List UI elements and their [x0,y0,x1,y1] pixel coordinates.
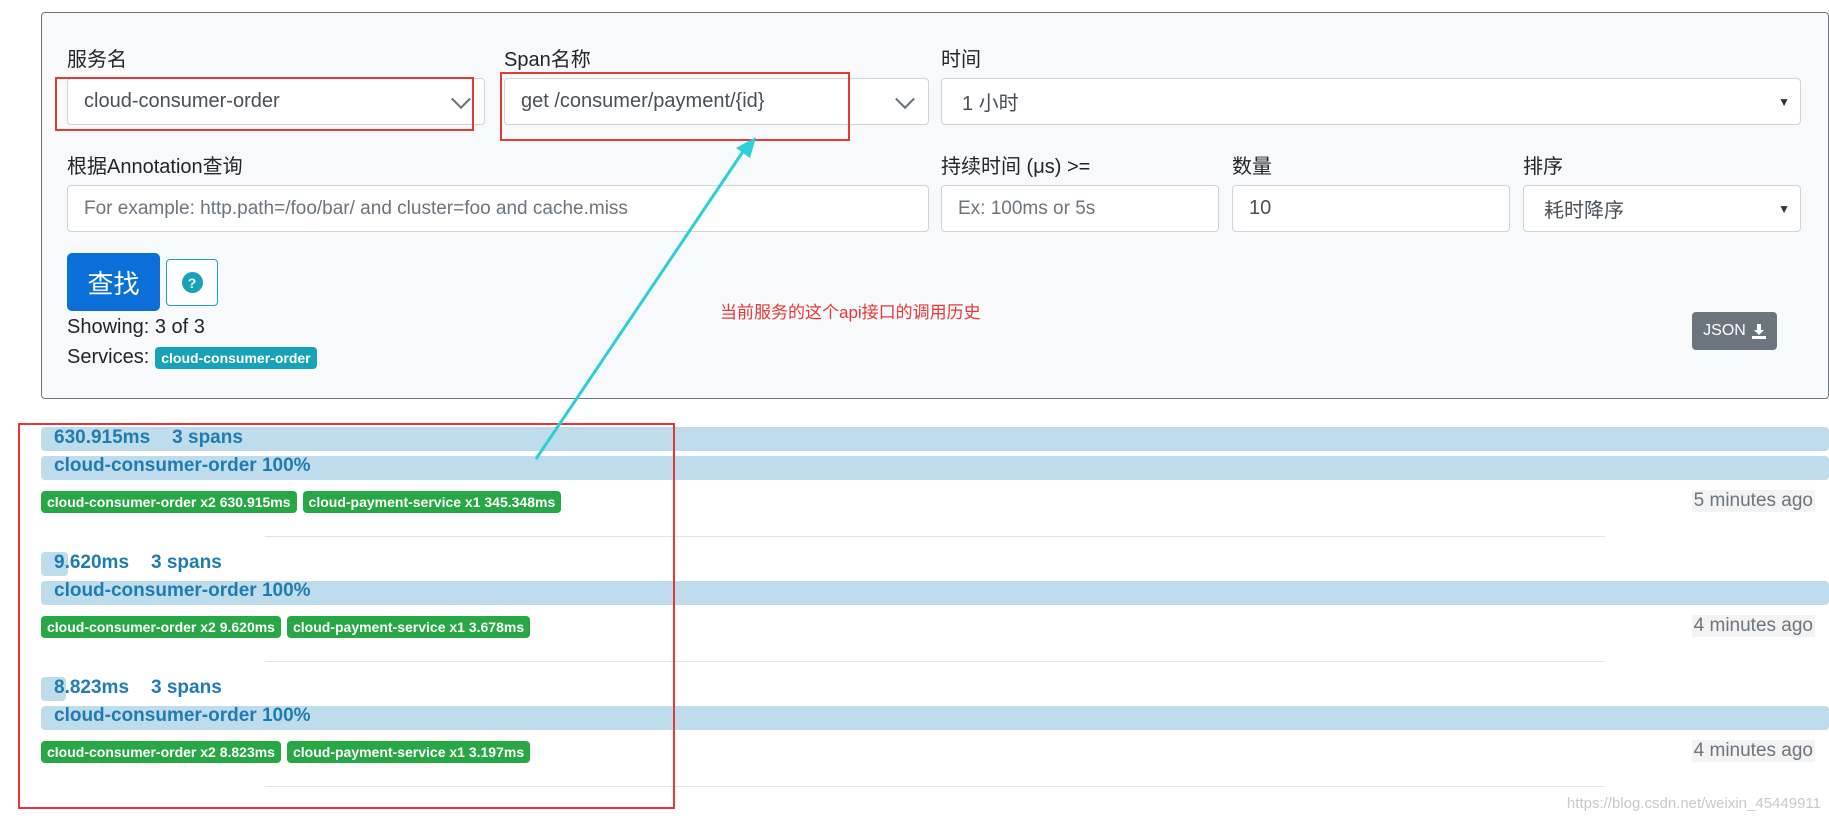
service-chips: cloud-consumer-order x2 9.620ms cloud-pa… [41,616,531,638]
trace-duration: 9.620ms [54,552,130,573]
trace-result-3[interactable]: 8.823ms 3 spans cloud-consumer-order 100%… [0,677,1829,802]
limit-label: 数量 [1232,156,1272,178]
json-button-label: JSON [1703,322,1746,339]
span-name-select[interactable]: get /consumer/payment/{id} [504,78,929,125]
span-name-value: get /consumer/payment/{id} [521,90,765,112]
annotation-query-input[interactable]: For example: http.path=/foo/bar/ and clu… [67,185,929,232]
services-label: Services: [67,346,150,368]
service-name-label: 服务名 [67,49,127,71]
caret-down-icon: ▼ [1778,201,1790,216]
json-download-button[interactable]: JSON [1692,312,1777,350]
sort-select[interactable]: 耗时降序 ▼ [1523,185,1801,232]
limit-value: 10 [1249,197,1272,219]
annotation-note: 当前服务的这个api接口的调用历史 [720,303,981,322]
trace-divider [265,661,1605,662]
trace-result-2[interactable]: 9.620ms 3 spans cloud-consumer-order 100%… [0,552,1829,677]
service-badge[interactable]: cloud-consumer-order [155,346,317,369]
trace-divider [265,786,1605,787]
trace-span-count: 3 spans [151,552,222,573]
trace-duration: 8.823ms [54,677,130,698]
trace-service-line: cloud-consumer-order 100% [54,455,311,476]
trace-header: 8.823ms 3 spans [54,677,244,699]
service-chip: cloud-consumer-order x2 630.915ms [41,491,297,513]
span-name-label: Span名称 [504,49,591,71]
service-chip: cloud-consumer-order x2 8.823ms [41,741,281,763]
chevron-down-icon [451,88,471,109]
watermark: https://blog.csdn.net/weixin_45449911 [1566,795,1821,812]
time-value: 1 小时 [962,93,1019,115]
time-select[interactable]: 1 小时 ▼ [941,78,1801,125]
services-row: Services: cloud-consumer-order [67,346,317,369]
trace-span-count: 3 spans [151,677,222,698]
service-name-select[interactable]: cloud-consumer-order [67,78,485,125]
service-chip: cloud-consumer-order x2 9.620ms [41,616,281,638]
search-panel: 服务名 cloud-consumer-order Span名称 get /con… [41,12,1829,399]
question-circle-icon: ? [181,272,203,293]
service-chip: cloud-payment-service x1 345.348ms [302,491,562,513]
trace-duration: 630.915ms [54,427,151,448]
showing-count: Showing: 3 of 3 [67,316,205,338]
trace-span-count: 3 spans [172,427,243,448]
service-chips: cloud-consumer-order x2 630.915ms cloud-… [41,491,562,513]
time-label: 时间 [941,49,981,71]
search-button[interactable]: 查找 [67,253,160,311]
help-button[interactable]: ? [166,259,218,306]
trace-service-line: cloud-consumer-order 100% [54,580,311,601]
chevron-down-icon [895,88,915,109]
annotation-query-label: 根据Annotation查询 [67,156,243,178]
min-duration-placeholder: Ex: 100ms or 5s [958,197,1096,219]
service-name-value: cloud-consumer-order [84,90,280,112]
service-chip: cloud-payment-service x1 3.678ms [286,616,531,638]
sort-value: 耗时降序 [1544,200,1624,222]
annotation-query-placeholder: For example: http.path=/foo/bar/ and clu… [84,197,628,219]
caret-down-icon: ▼ [1778,94,1790,109]
trace-service-line: cloud-consumer-order 100% [54,705,311,726]
sort-label: 排序 [1523,156,1563,178]
min-duration-label: 持续时间 (μs) >= [941,156,1091,178]
min-duration-input[interactable]: Ex: 100ms or 5s [941,185,1219,232]
trace-time-ago: 5 minutes ago [1691,490,1815,512]
trace-duration-bar [41,427,1829,451]
trace-time-ago: 4 minutes ago [1691,615,1815,637]
trace-header: 9.620ms 3 spans [54,552,244,574]
trace-header: 630.915ms 3 spans [54,427,265,449]
limit-input[interactable]: 10 [1232,185,1510,232]
service-chip: cloud-payment-service x1 3.197ms [286,741,531,763]
trace-time-ago: 4 minutes ago [1691,740,1815,762]
trace-result-1[interactable]: 630.915ms 3 spans cloud-consumer-order 10… [0,427,1829,552]
trace-divider [265,536,1605,537]
download-icon [1751,323,1766,339]
service-chips: cloud-consumer-order x2 8.823ms cloud-pa… [41,741,531,763]
